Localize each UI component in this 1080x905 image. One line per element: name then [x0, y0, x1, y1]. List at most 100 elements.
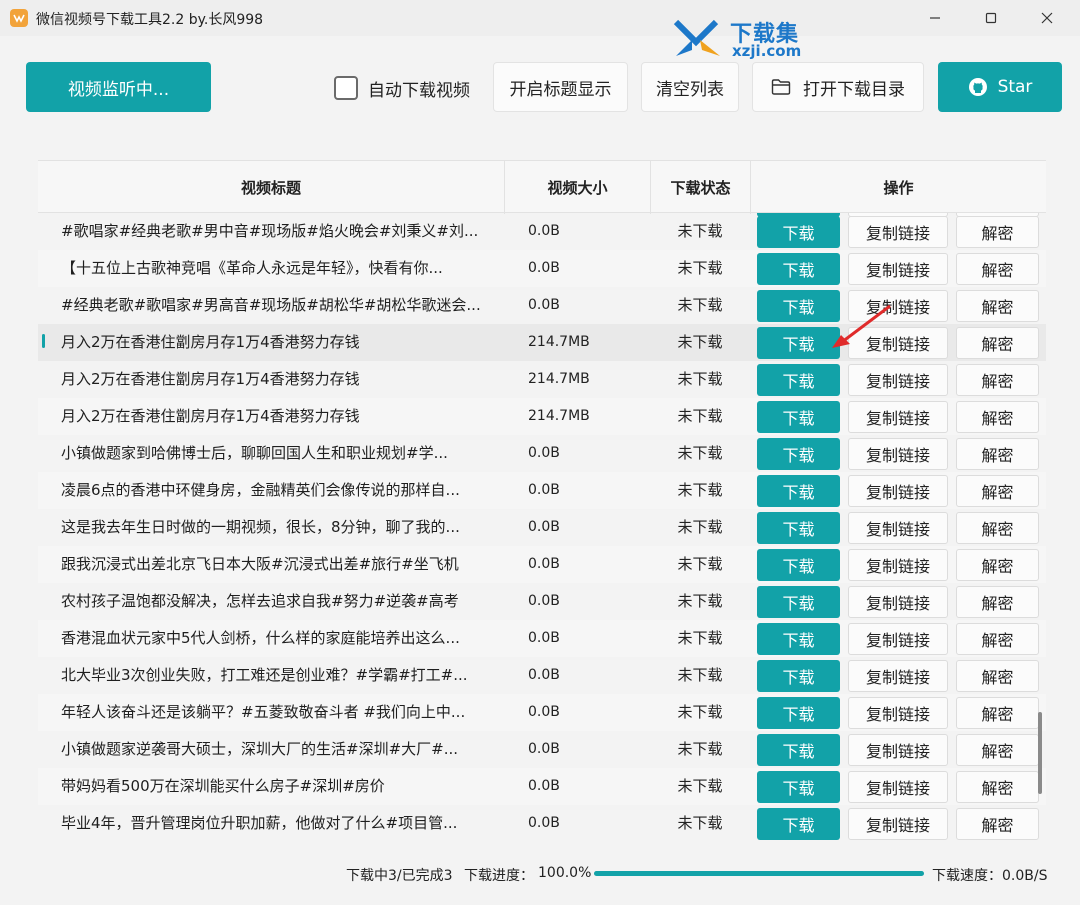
decrypt-button[interactable]: 解密	[956, 438, 1039, 470]
decrypt-button[interactable]: 解密	[956, 512, 1039, 544]
decrypt-button[interactable]: 解密	[956, 697, 1039, 729]
decrypt-button[interactable]: 解密	[956, 364, 1039, 396]
download-button[interactable]: 下载	[757, 734, 840, 766]
decrypt-button[interactable]: 解密	[956, 475, 1039, 507]
video-size-cell: 0.0B	[528, 815, 560, 831]
video-size-cell: 0.0B	[528, 741, 560, 757]
table-row[interactable]: 农村孩子温饱都没解决，怎样去追求自我#努力#逆袭#高考 0.0B 未下载 下载 复制链接…	[38, 583, 1046, 620]
download-button[interactable]: 下载	[757, 660, 840, 692]
video-title-cell: 北大毕业3次创业失败，打工难还是创业难？#学霸#打工#...	[61, 666, 468, 684]
copy-link-button[interactable]: 复制链接	[848, 512, 948, 544]
clear-list-button[interactable]: 清空列表	[641, 62, 739, 112]
open-download-dir-button[interactable]: 打开下载目录	[752, 62, 924, 112]
copy-link-button[interactable]: 复制链接	[848, 401, 948, 433]
decrypt-button[interactable]: 解密	[956, 808, 1039, 840]
decrypt-button[interactable]: 解密	[956, 623, 1039, 655]
video-size-cell: 0.0B	[528, 556, 560, 572]
table-row[interactable]: 跟我沉浸式出差北京飞日本大阪#沉浸式出差#旅行#坐飞机 0.0B 未下载 下载 复制链接…	[38, 546, 1046, 583]
progress-bar-fill	[594, 871, 924, 876]
copy-link-button[interactable]: 复制链接	[848, 660, 948, 692]
table-row[interactable]: 小镇做题家逆袭哥大硕士，深圳大厂的生活#深圳#大厂#... 0.0B 未下载 下载 复制…	[38, 731, 1046, 768]
auto-download-label: 自动下载视频	[368, 80, 470, 101]
video-size-cell: 214.7MB	[528, 371, 590, 387]
copy-link-button[interactable]: 复制链接	[848, 586, 948, 618]
auto-download-checkbox[interactable]: 自动下载视频	[334, 75, 470, 101]
header-ops: 操作	[883, 179, 914, 197]
download-button[interactable]: 下载	[757, 586, 840, 618]
video-title-cell: 月入2万在香港住劏房月存1万4香港努力存钱	[61, 333, 360, 351]
decrypt-button[interactable]: 解密	[956, 734, 1039, 766]
download-button[interactable]: 下载	[757, 438, 840, 470]
table-row[interactable]: 北大毕业3次创业失败，打工难还是创业难？#学霸#打工#... 0.0B 未下载 下载复…	[38, 657, 1046, 694]
download-button[interactable]: 下载	[757, 549, 840, 581]
copy-link-button[interactable]: 复制链接	[848, 549, 948, 581]
decrypt-button[interactable]: 解密	[956, 771, 1039, 803]
copy-link-button[interactable]: 复制链接	[848, 253, 948, 285]
checkbox-box[interactable]	[334, 76, 358, 100]
decrypt-button[interactable]: 解密	[956, 401, 1039, 433]
maximize-icon[interactable]	[968, 0, 1014, 36]
download-button[interactable]: 下载	[757, 771, 840, 803]
github-star-button[interactable]: Star	[938, 62, 1062, 112]
download-button[interactable]: 下载	[757, 808, 840, 840]
download-button[interactable]: 下载	[757, 697, 840, 729]
open-download-dir-label: 打开下载目录	[803, 79, 905, 100]
decrypt-button[interactable]: 解密	[956, 327, 1039, 359]
header-size: 视频大小	[505, 161, 651, 214]
copy-link-button[interactable]: 复制链接	[848, 734, 948, 766]
decrypt-button[interactable]: 解密	[956, 660, 1039, 692]
video-title-cell: 毕业4年，晋升管理岗位升职加薪，他做对了什么#项目管...	[61, 814, 458, 832]
copy-link-button[interactable]: 复制链接	[848, 475, 948, 507]
red-arrow-annotation	[832, 304, 891, 348]
table-row[interactable]: 这是我去年生日时做的一期视频，很长，8分钟，聊了我的... 0.0B 未下载 下载 复制…	[38, 509, 1046, 546]
close-icon[interactable]	[1024, 0, 1070, 36]
show-title-button[interactable]: 开启标题显示	[493, 62, 628, 112]
github-icon	[968, 78, 987, 96]
title-bar: 微信视频号下载工具2.2 by.长风998	[0, 0, 1080, 36]
decrypt-button[interactable]: 解密	[956, 290, 1039, 322]
download-button[interactable]: 下载	[757, 253, 840, 285]
scrollbar-thumb[interactable]	[1038, 712, 1042, 794]
copy-link-button[interactable]: 复制链接	[848, 216, 948, 248]
download-button[interactable]: 下载	[757, 364, 840, 396]
table-row[interactable]: 月入2万在香港住劏房月存1万4香港努力存钱 214.7MB 未下载 下载 复制链接 解密	[38, 361, 1046, 398]
table-row[interactable]: #歌唱家#经典老歌#男中音#现场版#焰火晚会#刘秉义#刘... 0.0B 未下载 下载…	[38, 213, 1046, 250]
copy-link-button[interactable]: 复制链接	[848, 438, 948, 470]
copy-link-button[interactable]: 复制链接	[848, 364, 948, 396]
download-status-cell: 未下载	[677, 703, 723, 721]
download-status-cell: 未下载	[677, 518, 723, 536]
decrypt-button[interactable]: 解密	[956, 586, 1039, 618]
copy-link-button[interactable]: 复制链接	[848, 697, 948, 729]
video-title-cell: 这是我去年生日时做的一期视频，很长，8分钟，聊了我的...	[61, 518, 460, 536]
download-button[interactable]: 下载	[757, 216, 840, 248]
star-label: Star	[997, 77, 1033, 97]
download-button[interactable]: 下载	[757, 623, 840, 655]
table-row[interactable]: 【十五位上古歌神竞唱《革命人永远是年轻》，快看有你... 0.0B 未下载 下载 复制链…	[38, 250, 1046, 287]
table-row[interactable]: 年轻人该奋斗还是该躺平？#五菱致敬奋斗者 #我们向上中... 0.0B 未下载 下载复…	[38, 694, 1046, 731]
progress-label: 下载进度：	[464, 868, 534, 884]
copy-link-button[interactable]: 复制链接	[848, 808, 948, 840]
download-button[interactable]: 下载	[757, 512, 840, 544]
minimize-icon[interactable]	[912, 0, 958, 36]
table-row[interactable]: 凌晨6点的香港中环健身房，金融精英们会像传说的那样自... 0.0B 未下载 下载 复制…	[38, 472, 1046, 509]
monitor-button[interactable]: 视频监听中...	[26, 62, 211, 112]
watermark-url: xzji.com	[732, 42, 802, 60]
table-row[interactable]: 月入2万在香港住劏房月存1万4香港努力存钱 214.7MB 未下载 下载 复制链接 解密	[38, 398, 1046, 435]
download-button[interactable]: 下载	[757, 475, 840, 507]
copy-link-button[interactable]: 复制链接	[848, 623, 948, 655]
copy-link-button[interactable]: 复制链接	[848, 771, 948, 803]
video-title-cell: 跟我沉浸式出差北京飞日本大阪#沉浸式出差#旅行#坐飞机	[61, 555, 459, 573]
decrypt-button[interactable]: 解密	[956, 253, 1039, 285]
table-row[interactable]: 香港混血状元家中5代人剑桥，什么样的家庭能培养出这么... 0.0B 未下载 下载 复制…	[38, 620, 1046, 657]
download-button[interactable]: 下载	[757, 401, 840, 433]
decrypt-button[interactable]: 解密	[956, 216, 1039, 248]
table-row[interactable]: 小镇做题家到哈佛博士后，聊聊回国人生和职业规划#学... 0.0B 未下载 下载 复制链…	[38, 435, 1046, 472]
decrypt-button[interactable]: 解密	[956, 549, 1039, 581]
download-status-cell: 未下载	[677, 777, 723, 795]
table-row[interactable]: 毕业4年，晋升管理岗位升职加薪，他做对了什么#项目管... 0.0B 未下载 下载 复制…	[38, 805, 1046, 840]
video-title-cell: 年轻人该奋斗还是该躺平？#五菱致敬奋斗者 #我们向上中...	[61, 703, 466, 721]
video-size-cell: 0.0B	[528, 519, 560, 535]
download-status-cell: 未下载	[677, 444, 723, 462]
download-status-cell: 未下载	[677, 370, 723, 388]
table-row[interactable]: 带妈妈看500万在深圳能买什么房子#深圳#房价 0.0B 未下载 下载 复制链接 解密	[38, 768, 1046, 805]
